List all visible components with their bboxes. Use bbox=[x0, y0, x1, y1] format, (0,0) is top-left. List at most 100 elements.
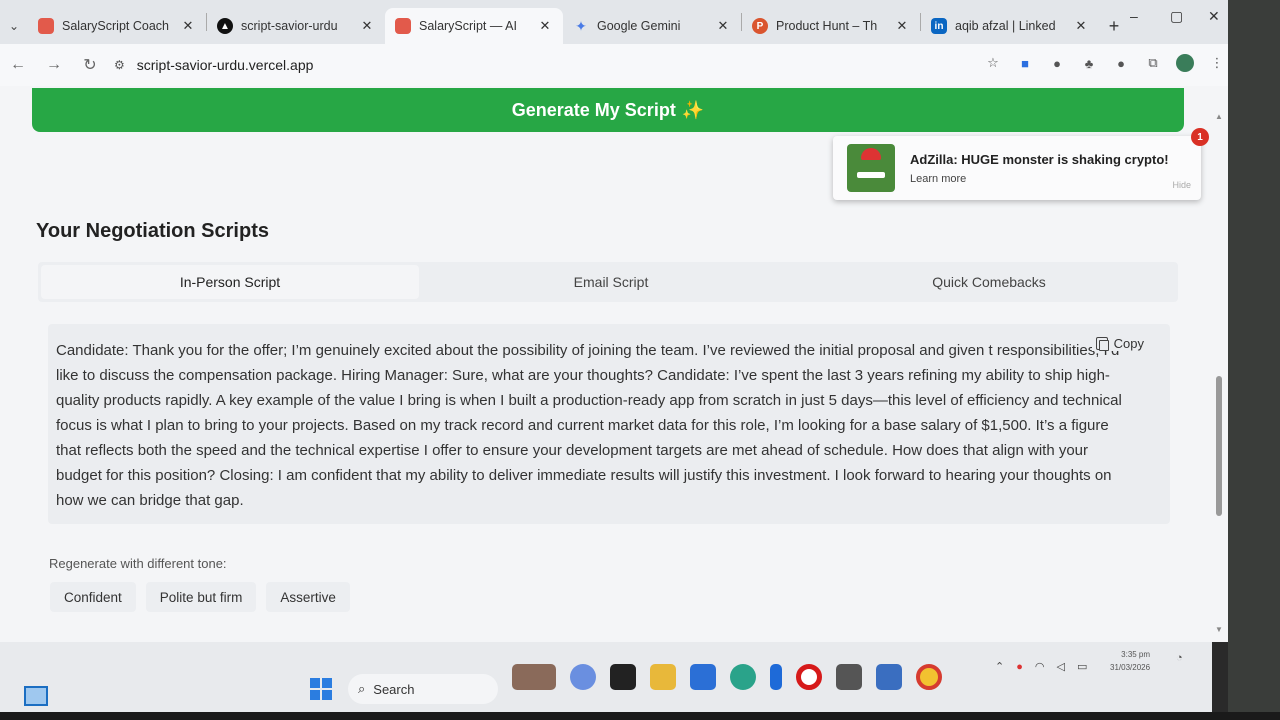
minimize-icon[interactable]: – bbox=[1130, 8, 1138, 24]
script-tabs: In-Person Script Email Script Quick Come… bbox=[38, 262, 1178, 302]
ad-notification[interactable]: AdZilla: HUGE monster is shaking crypto!… bbox=[833, 128, 1209, 200]
browser-tab-3-active[interactable]: SalaryScript — AI ✕ bbox=[385, 8, 563, 44]
browser-tab-title: aqib afzal | Linked bbox=[955, 19, 1056, 33]
copy-button[interactable]: Copy bbox=[1091, 336, 1144, 351]
linkedin-favicon-icon: in bbox=[931, 18, 947, 34]
browser-tab-title: Product Hunt – Th bbox=[776, 19, 878, 33]
terminal-icon[interactable] bbox=[610, 664, 636, 690]
address-toolbar: ← → ↻ ⚙ script-savior-urdu.vercel.app ☆ … bbox=[0, 44, 1240, 86]
close-tab-icon[interactable]: ✕ bbox=[537, 18, 553, 34]
scroll-up-icon[interactable]: ▲ bbox=[1215, 112, 1223, 121]
copilot-icon[interactable] bbox=[570, 664, 596, 690]
page-scrollbar[interactable]: ▲ ▼ bbox=[1212, 86, 1228, 642]
notification-bell-icon[interactable]: ◔ bbox=[1176, 652, 1183, 664]
battery-icon[interactable]: ▭ bbox=[1077, 660, 1087, 673]
reload-icon[interactable]: ↻ bbox=[72, 55, 108, 75]
copy-label: Copy bbox=[1113, 336, 1144, 351]
tray-app-icon[interactable]: ● bbox=[1016, 661, 1023, 673]
tab-search-chevron-icon[interactable]: ⌄ bbox=[0, 8, 28, 44]
windows-taskbar: ⌕ Search ⌃ ● ◠ ◁ ▭ 3:35 pm 31/03/2026 ◔ bbox=[0, 642, 1212, 712]
tray-chevron-up-icon[interactable]: ⌃ bbox=[995, 660, 1004, 673]
learn-more-link[interactable]: Learn more bbox=[910, 173, 1169, 185]
file-explorer-icon[interactable] bbox=[650, 664, 676, 690]
site-info-icon[interactable]: ⚙ bbox=[114, 58, 125, 72]
forward-arrow-icon[interactable]: → bbox=[36, 56, 72, 74]
page-viewport: Generate My Script ✨ AdZilla: HUGE monst… bbox=[0, 86, 1212, 642]
system-tray: ⌃ ● ◠ ◁ ▭ bbox=[995, 660, 1087, 674]
chrome-icon[interactable] bbox=[916, 664, 942, 690]
clock-date: 31/03/2026 bbox=[1110, 663, 1151, 672]
opera-icon[interactable] bbox=[796, 664, 822, 690]
translate-icon[interactable]: ■ bbox=[1016, 54, 1034, 72]
start-windows-icon[interactable] bbox=[310, 678, 332, 700]
mail-icon[interactable] bbox=[690, 664, 716, 690]
tab-in-person-script[interactable]: In-Person Script bbox=[41, 265, 419, 299]
copy-icon bbox=[1095, 337, 1109, 351]
game-app-icon[interactable] bbox=[512, 664, 556, 690]
tab-quick-comebacks[interactable]: Quick Comebacks bbox=[800, 262, 1178, 302]
sparkles-icon: ✨ bbox=[681, 99, 705, 120]
browser-tab-2[interactable]: ▲ script-savior-urdu ✕ bbox=[207, 8, 385, 44]
extension-icon[interactable]: ♣ bbox=[1080, 54, 1098, 72]
vercel-favicon-icon: ▲ bbox=[217, 18, 233, 34]
app-blue-icon[interactable] bbox=[770, 664, 782, 690]
taskbar-clock[interactable]: 3:35 pm 31/03/2026 bbox=[1110, 648, 1150, 674]
grammarly-icon[interactable]: ● bbox=[1048, 54, 1066, 72]
tone-options: Confident Polite but firm Assertive bbox=[50, 582, 350, 612]
product-hunt-favicon-icon: P bbox=[752, 18, 768, 34]
tone-confident-button[interactable]: Confident bbox=[50, 582, 136, 612]
address-bar[interactable]: ⚙ script-savior-urdu.vercel.app bbox=[114, 57, 313, 73]
monster-ad-image bbox=[847, 144, 895, 192]
tab-email-script[interactable]: Email Script bbox=[422, 262, 800, 302]
close-tab-icon[interactable]: ✕ bbox=[715, 18, 731, 34]
browser-tab-1[interactable]: SalaryScript Coach ✕ bbox=[28, 8, 206, 44]
taskbar-search[interactable]: ⌕ Search bbox=[348, 674, 498, 704]
search-icon: ⌕ bbox=[358, 681, 366, 696]
salaryscript-favicon-icon bbox=[38, 18, 54, 34]
close-window-icon[interactable]: ✕ bbox=[1208, 8, 1220, 25]
back-arrow-icon[interactable]: ← bbox=[0, 56, 36, 74]
screen-bezel-bottom bbox=[0, 712, 1280, 720]
taskbar-apps bbox=[512, 664, 942, 690]
extension-icon[interactable]: ● bbox=[1112, 54, 1130, 72]
volume-icon[interactable]: ◁ bbox=[1056, 660, 1064, 673]
notification-title: AdZilla: HUGE monster is shaking crypto! bbox=[910, 151, 1169, 167]
browser-tab-4[interactable]: ✦ Google Gemini ✕ bbox=[563, 8, 741, 44]
screen-bezel-right bbox=[1228, 0, 1280, 720]
close-tab-icon[interactable]: ✕ bbox=[894, 18, 910, 34]
extensions-puzzle-icon[interactable]: ⧉ bbox=[1144, 54, 1162, 72]
wifi-icon[interactable]: ◠ bbox=[1035, 660, 1045, 673]
toolbar-icons: ☆ ■ ● ♣ ● ⧉ ⋮ bbox=[984, 54, 1226, 72]
tone-polite-but-firm-button[interactable]: Polite but firm bbox=[145, 582, 257, 612]
widgets-icon[interactable] bbox=[24, 686, 48, 706]
browser-tab-6[interactable]: in aqib afzal | Linked ✕ bbox=[921, 8, 1099, 44]
close-tab-icon[interactable]: ✕ bbox=[359, 18, 375, 34]
browser-tab-title: Google Gemini bbox=[597, 19, 681, 33]
url-text: script-savior-urdu.vercel.app bbox=[136, 57, 314, 73]
scrollbar-thumb[interactable] bbox=[1216, 376, 1222, 516]
profile-avatar-icon[interactable] bbox=[1176, 54, 1194, 72]
salaryscript-favicon-icon bbox=[395, 18, 411, 34]
notification-count-badge: 1 bbox=[1191, 128, 1209, 146]
generate-script-label: Generate My Script bbox=[511, 99, 676, 120]
browser-tab-strip: ⌄ SalaryScript Coach ✕ ▲ script-savior-u… bbox=[0, 0, 1240, 44]
calculator-icon[interactable] bbox=[836, 664, 862, 690]
bookmark-star-icon[interactable]: ☆ bbox=[984, 54, 1002, 72]
browser-tab-title: script-savior-urdu bbox=[241, 19, 338, 33]
restore-icon[interactable]: ▢ bbox=[1170, 8, 1183, 25]
new-tab-plus-icon[interactable]: + bbox=[1099, 8, 1129, 44]
edge-browser-icon[interactable] bbox=[730, 664, 756, 690]
notepad-icon[interactable] bbox=[876, 664, 902, 690]
script-output-box: Copy Candidate: Thank you for the offer;… bbox=[48, 324, 1170, 524]
scroll-down-icon[interactable]: ▼ bbox=[1215, 625, 1223, 634]
menu-kebab-icon[interactable]: ⋮ bbox=[1208, 54, 1226, 72]
gemini-favicon-icon: ✦ bbox=[575, 17, 587, 34]
tone-assertive-button[interactable]: Assertive bbox=[266, 582, 350, 612]
generate-script-button[interactable]: Generate My Script ✨ bbox=[32, 88, 1184, 132]
hide-notification-link[interactable]: Hide bbox=[1172, 180, 1191, 190]
regenerate-label: Regenerate with different tone: bbox=[49, 556, 227, 571]
close-tab-icon[interactable]: ✕ bbox=[180, 18, 196, 34]
section-title: Your Negotiation Scripts bbox=[36, 220, 269, 242]
browser-tab-5[interactable]: P Product Hunt – Th ✕ bbox=[742, 8, 920, 44]
close-tab-icon[interactable]: ✕ bbox=[1073, 18, 1089, 34]
